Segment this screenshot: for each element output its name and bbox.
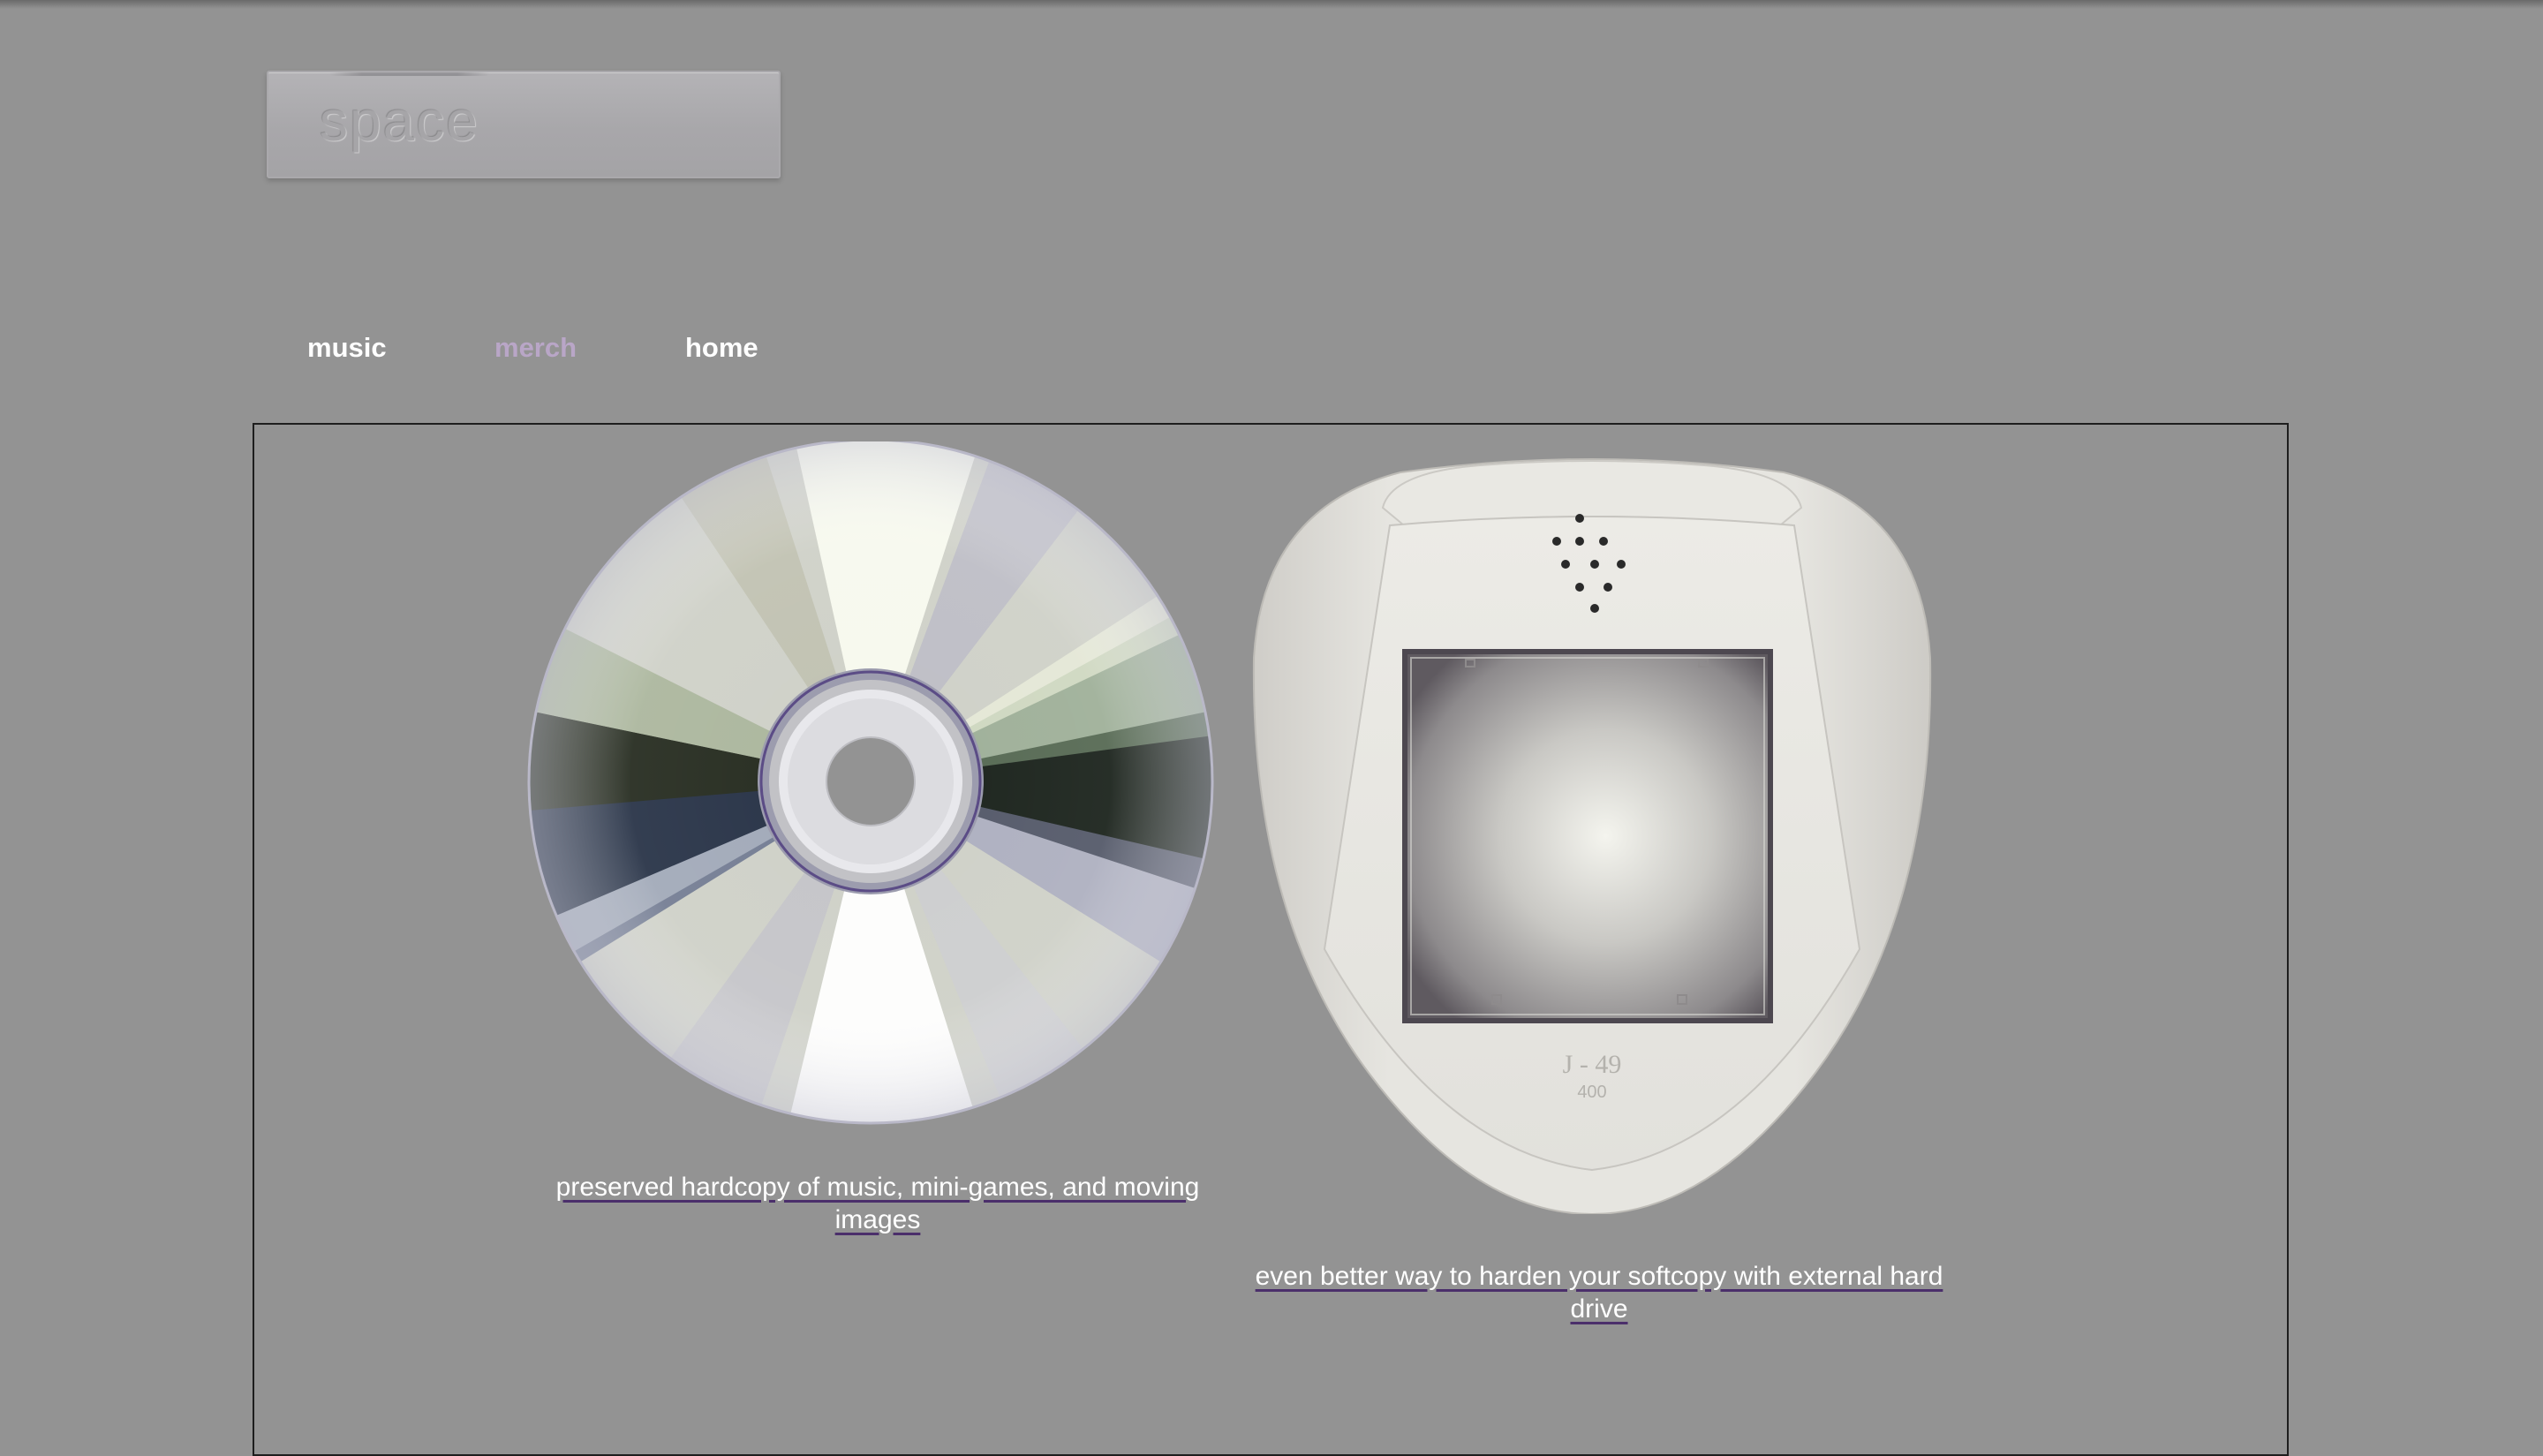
hard-drive-caption-link[interactable]: even better way to harden your softcopy … [1250,1260,1948,1325]
cd-product-link[interactable] [526,438,1215,1148]
nav-link-merch[interactable]: merch [494,332,577,364]
logo-text: space [320,89,479,153]
hard-drive-product-link[interactable]: J - 49 400 [1250,455,1934,1216]
device-subtext: 400 [1577,1083,1606,1102]
site-logo[interactable]: space [267,71,781,178]
nav-link-home[interactable]: home [685,332,758,364]
device-model-text: J - 49 [1563,1050,1622,1079]
browser-top-shadow [0,0,2543,9]
main-nav: music merch home [0,332,2543,367]
cd-disc-image [527,438,1214,1125]
logo-strip-decoration [330,72,489,76]
cd-caption-link[interactable]: preserved hardcopy of music, mini-games,… [526,1171,1229,1236]
nav-link-music[interactable]: music [307,332,387,364]
external-hard-drive-image: J - 49 400 [1252,458,1932,1216]
